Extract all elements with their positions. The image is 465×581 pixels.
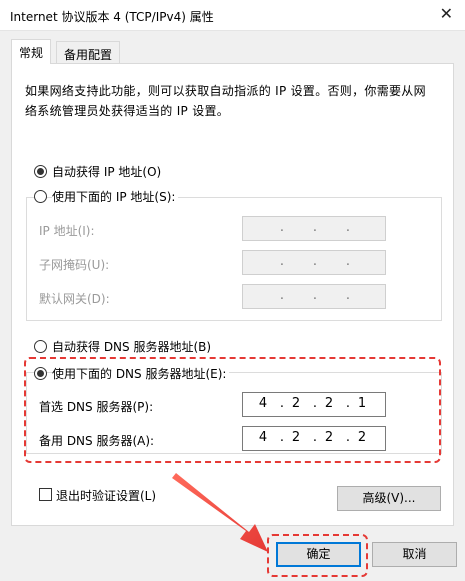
dns-auto-label[interactable]: 自动获得 DNS 服务器地址(B) <box>52 338 211 355</box>
alternate-dns-label: 备用 DNS 服务器(A): <box>39 434 155 448</box>
validate-checkbox[interactable] <box>39 488 52 501</box>
default-gateway-field[interactable]: ... <box>242 284 386 309</box>
ip-address-label: IP 地址(I): <box>39 224 95 238</box>
subnet-mask-label: 子网掩码(U): <box>39 258 110 272</box>
ip-address-field[interactable]: ... <box>242 216 386 241</box>
title-bar: Internet 协议版本 4 (TCP/IPv4) 属性 ✕ <box>0 0 465 31</box>
description-line-1: 如果网络支持此功能，则可以获取自动指派的 IP 设置。否则，你需要从网 <box>25 84 426 98</box>
preferred-dns-label: 首选 DNS 服务器(P): <box>39 400 154 414</box>
default-gateway-label: 默认网关(D): <box>39 292 110 306</box>
dns-manual-radio[interactable] <box>34 367 47 380</box>
ip-auto-label[interactable]: 自动获得 IP 地址(O) <box>52 163 161 180</box>
alternate-dns-field[interactable]: 4. 2. 2. 2 <box>242 426 386 451</box>
general-panel: 如果网络支持此功能，则可以获取自动指派的 IP 设置。否则，你需要从网 络系统管… <box>11 63 454 526</box>
cancel-button[interactable]: 取消 <box>372 542 457 567</box>
dns-manual-label[interactable]: 使用下面的 DNS 服务器地址(E): <box>52 365 230 382</box>
description-line-2: 络系统管理员处获得适当的 IP 设置。 <box>25 104 230 118</box>
ok-button[interactable]: 确定 <box>276 542 361 567</box>
tab-alternate-config[interactable]: 备用配置 <box>56 41 121 64</box>
subnet-mask-field[interactable]: ... <box>242 250 386 275</box>
preferred-dns-field[interactable]: 4. 2. 2. 1 <box>242 392 386 417</box>
ip-auto-radio[interactable] <box>34 165 47 178</box>
validate-label[interactable]: 退出时验证设置(L) <box>56 487 156 504</box>
ip-manual-label[interactable]: 使用下面的 IP 地址(S): <box>52 188 179 205</box>
tab-general[interactable]: 常规 <box>11 39 52 64</box>
window-title: Internet 协议版本 4 (TCP/IPv4) 属性 <box>10 10 214 24</box>
advanced-button[interactable]: 高级(V)... <box>337 486 441 511</box>
ip-manual-radio[interactable] <box>34 190 47 203</box>
dns-auto-radio[interactable] <box>34 340 47 353</box>
close-icon[interactable]: ✕ <box>440 6 453 22</box>
